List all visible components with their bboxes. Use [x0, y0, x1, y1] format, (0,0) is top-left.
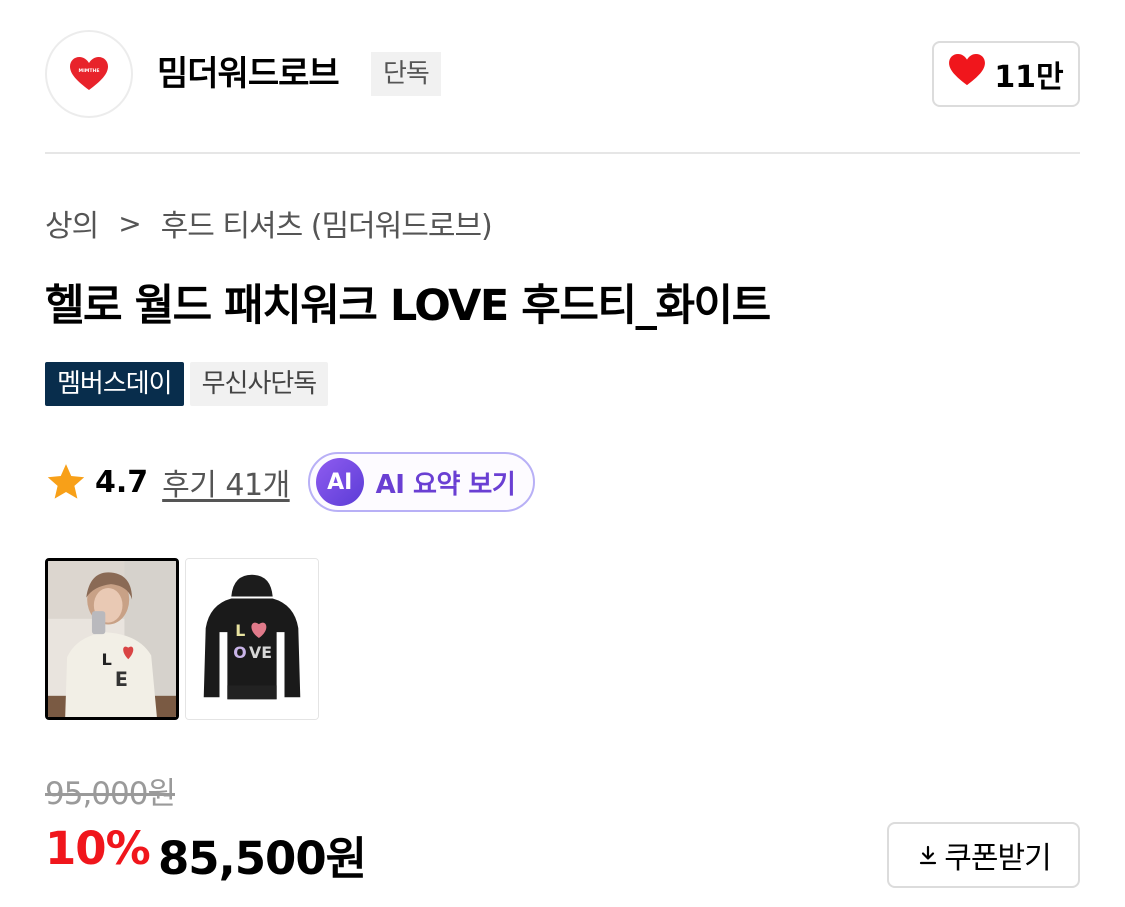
members-day-badge: 멤버스데이: [45, 362, 184, 406]
ai-icon: AI: [315, 458, 364, 506]
like-button[interactable]: 11만: [932, 41, 1080, 107]
svg-text:MIMTHE: MIMTHE: [79, 68, 100, 74]
product-title: 헬로 월드 패치워크 LOVE 후드티_화이트: [45, 281, 771, 331]
discount-rate: 10%: [45, 822, 151, 875]
brand-name[interactable]: 밈더워드로브: [157, 52, 340, 96]
product-thumbnail-1[interactable]: L E: [45, 558, 179, 720]
ai-summary-label: AI 요약 보기: [375, 469, 516, 500]
product-badges: 멤버스데이 무신사단독: [45, 362, 329, 406]
star-icon: [45, 461, 87, 503]
brand-logo[interactable]: MIMTHE: [45, 30, 133, 118]
brand-exclusive-tag: 단독: [371, 52, 441, 96]
coupon-label: 쿠폰받기: [944, 841, 1051, 876]
svg-text:L: L: [235, 621, 245, 640]
ai-summary-button[interactable]: AI AI 요약 보기: [307, 452, 536, 512]
breadcrumb-subcategory[interactable]: 후드 티셔츠 (밈더워드로브): [161, 201, 493, 245]
rating-value: 4.7: [95, 464, 149, 500]
svg-text:E: E: [115, 668, 128, 691]
heart-logo-icon: MIMTHE: [70, 57, 108, 90]
svg-text:VE: VE: [249, 643, 272, 662]
sale-price: 85,500원: [158, 832, 367, 885]
svg-text:L: L: [101, 650, 111, 669]
header-divider: [45, 152, 1080, 154]
breadcrumb: 상의 > 후드 티셔츠 (밈더워드로브): [45, 201, 493, 245]
black-hoodie-image: L O VE: [186, 559, 318, 719]
heart-icon: [948, 53, 986, 95]
download-icon: [916, 843, 940, 867]
original-price: 95,000원: [45, 776, 176, 812]
coupon-download-button[interactable]: 쿠폰받기: [887, 822, 1080, 888]
like-count: 11만: [994, 60, 1064, 95]
musinsa-exclusive-badge: 무신사단독: [189, 362, 329, 406]
review-count-link[interactable]: 후기 41개: [162, 460, 290, 504]
svg-text:O: O: [233, 643, 246, 662]
breadcrumb-category[interactable]: 상의: [45, 201, 99, 245]
chevron-right-icon: >: [118, 206, 141, 240]
rating-row: 4.7 후기 41개 AI AI 요약 보기: [45, 452, 536, 512]
product-thumbnail-2[interactable]: L O VE: [185, 558, 319, 720]
model-photo-image: L E: [48, 561, 176, 717]
